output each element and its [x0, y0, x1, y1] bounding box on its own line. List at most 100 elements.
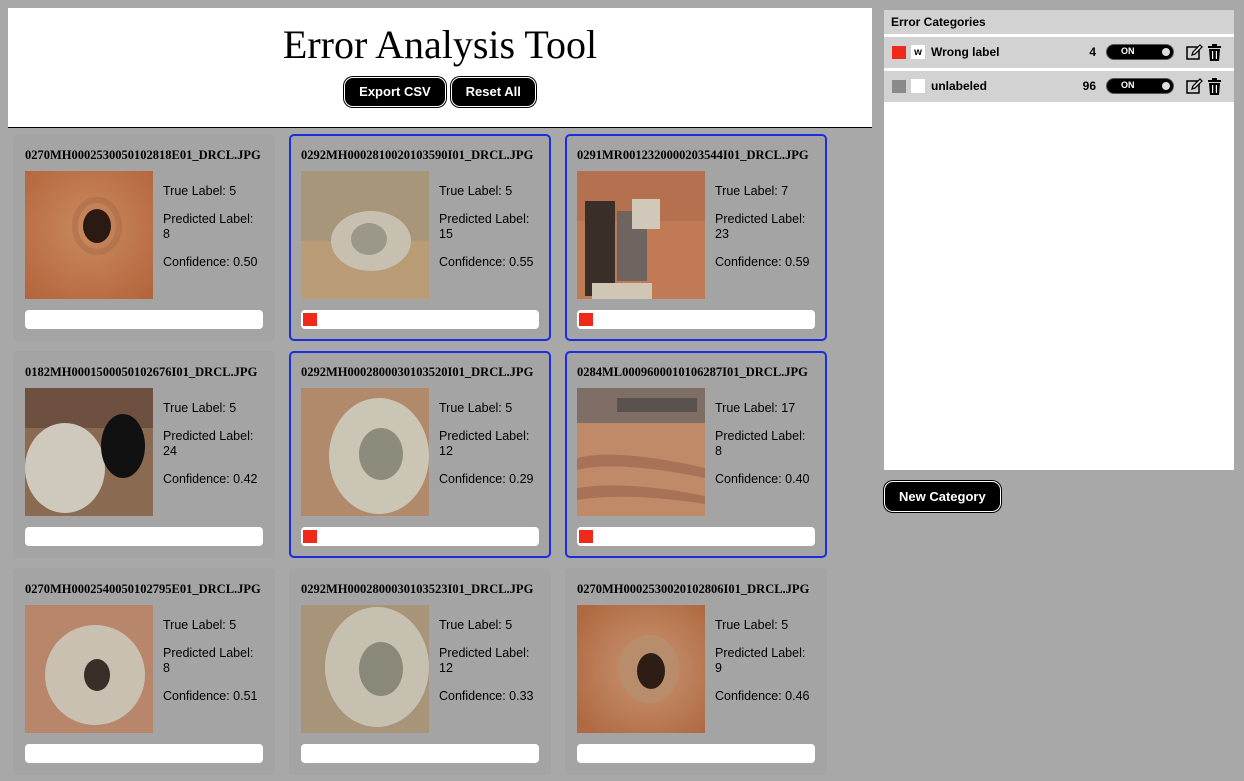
true-label: True Label: 5 — [163, 184, 237, 198]
category-tag-bar[interactable] — [577, 527, 815, 546]
thumbnail-image — [577, 171, 705, 299]
confidence: Confidence: 0.51 — [163, 689, 258, 703]
new-category-button[interactable]: New Category — [884, 481, 1001, 512]
category-tag-bar[interactable] — [577, 310, 815, 329]
true-label: True Label: 5 — [163, 401, 237, 415]
true-label: True Label: 5 — [163, 618, 237, 632]
image-card[interactable]: 0270MH0002530050102818E01_DRCL.JPG True … — [13, 134, 275, 341]
image-card[interactable]: 0270MH0002540050102795E01_DRCL.JPG True … — [13, 568, 275, 775]
image-card[interactable]: 0284ML0009600010106287I01_DRCL.JPG True … — [565, 351, 827, 558]
category-count: 96 — [1082, 79, 1096, 93]
predicted-label-value: 23 — [715, 227, 729, 241]
card-filename: 0270MH0002540050102795E01_DRCL.JPG — [25, 582, 261, 596]
category-hotkey[interactable]: w — [911, 45, 925, 59]
predicted-label-caption: Predicted Label: — [439, 646, 530, 660]
categories-panel: Error Categories w Wrong label 4 ON unla… — [884, 10, 1234, 470]
category-toggle[interactable]: ON — [1106, 78, 1174, 94]
confidence: Confidence: 0.40 — [715, 472, 810, 486]
image-card[interactable]: 0270MH0002530020102806I01_DRCL.JPG True … — [565, 568, 827, 775]
predicted-label-value: 12 — [439, 444, 453, 458]
predicted-label-caption: Predicted Label: — [163, 429, 254, 443]
image-card[interactable]: 0292MH0002800030103520I01_DRCL.JPG True … — [289, 351, 551, 558]
wrong-label-tag — [579, 313, 593, 326]
thumbnail-image — [301, 388, 429, 516]
category-name: Wrong label — [931, 45, 1000, 59]
predicted-label-value: 12 — [439, 661, 453, 675]
true-label: True Label: 5 — [715, 618, 789, 632]
category-count: 4 — [1089, 45, 1096, 59]
category-hotkey[interactable] — [911, 79, 925, 93]
card-filename: 0292MH0002810020103590I01_DRCL.JPG — [301, 148, 534, 162]
predicted-label-caption: Predicted Label: — [715, 212, 806, 226]
confidence: Confidence: 0.50 — [163, 255, 258, 269]
category-tag-bar[interactable] — [577, 744, 815, 763]
true-label: True Label: 17 — [715, 401, 796, 415]
category-color-swatch[interactable] — [892, 80, 906, 93]
edit-icon[interactable] — [1186, 78, 1203, 95]
confidence: Confidence: 0.59 — [715, 255, 810, 269]
card-filename: 0292MH0002800030103523I01_DRCL.JPG — [301, 582, 534, 596]
card-filename: 0284ML0009600010106287I01_DRCL.JPG — [577, 365, 808, 379]
card-filename: 0291MR0012320000203544I01_DRCL.JPG — [577, 148, 809, 162]
edit-icon[interactable] — [1186, 44, 1203, 61]
category-color-swatch[interactable] — [892, 46, 906, 59]
card-filename: 0182MH0001500050102676I01_DRCL.JPG — [25, 365, 258, 379]
toggle-knob — [1162, 82, 1170, 90]
thumbnail-image — [25, 605, 153, 733]
wrong-label-tag — [303, 530, 317, 543]
predicted-label-value: 8 — [163, 227, 170, 241]
predicted-label-caption: Predicted Label: — [439, 212, 530, 226]
category-name: unlabeled — [931, 79, 988, 93]
toggle-label: ON — [1121, 46, 1135, 56]
category-tag-bar[interactable] — [25, 744, 263, 763]
predicted-label-caption: Predicted Label: — [439, 429, 530, 443]
true-label: True Label: 5 — [439, 184, 513, 198]
export-csv-button[interactable]: Export CSV — [344, 77, 446, 107]
true-label: True Label: 5 — [439, 618, 513, 632]
thumbnail-image — [25, 388, 153, 516]
image-grid: 0270MH0002530050102818E01_DRCL.JPG True … — [8, 128, 872, 778]
category-tag-bar[interactable] — [301, 310, 539, 329]
toggle-label: ON — [1121, 80, 1135, 90]
true-label: True Label: 7 — [715, 184, 789, 198]
confidence: Confidence: 0.42 — [163, 472, 258, 486]
true-label: True Label: 5 — [439, 401, 513, 415]
image-card[interactable]: 0292MH0002810020103590I01_DRCL.JPG True … — [289, 134, 551, 341]
error-categories-sidebar: Error Categories w Wrong label 4 ON unla… — [884, 10, 1234, 512]
thumbnail-image — [577, 605, 705, 733]
trash-icon[interactable] — [1207, 44, 1222, 61]
header: Error Analysis Tool Export CSV Reset All — [8, 8, 872, 128]
predicted-label-caption: Predicted Label: — [715, 429, 806, 443]
category-tag-bar[interactable] — [301, 527, 539, 546]
panel-title: Error Categories — [884, 10, 1234, 34]
predicted-label-value: 8 — [715, 444, 722, 458]
page-title: Error Analysis Tool — [282, 22, 598, 67]
trash-icon[interactable] — [1207, 78, 1222, 95]
confidence: Confidence: 0.29 — [439, 472, 534, 486]
wrong-label-tag — [303, 313, 317, 326]
category-row-unlabeled[interactable]: unlabeled 96 ON — [884, 71, 1234, 102]
category-row-wrong-label[interactable]: w Wrong label 4 ON — [884, 37, 1234, 68]
category-tag-bar[interactable] — [301, 744, 539, 763]
category-tag-bar[interactable] — [25, 310, 263, 329]
image-card[interactable]: 0182MH0001500050102676I01_DRCL.JPG True … — [13, 351, 275, 558]
thumbnail-image — [301, 171, 429, 299]
predicted-label-caption: Predicted Label: — [163, 212, 254, 226]
predicted-label-caption: Predicted Label: — [715, 646, 806, 660]
image-card[interactable]: 0292MH0002800030103523I01_DRCL.JPG True … — [289, 568, 551, 775]
thumbnail-image — [25, 171, 153, 299]
predicted-label-value: 15 — [439, 227, 453, 241]
toggle-knob — [1162, 48, 1170, 56]
thumbnail-image — [301, 605, 429, 733]
category-tag-bar[interactable] — [25, 527, 263, 546]
category-toggle[interactable]: ON — [1106, 44, 1174, 60]
predicted-label-caption: Predicted Label: — [163, 646, 254, 660]
predicted-label-value: 24 — [163, 444, 177, 458]
confidence: Confidence: 0.55 — [439, 255, 534, 269]
predicted-label-value: 9 — [715, 661, 722, 675]
wrong-label-tag — [579, 530, 593, 543]
card-filename: 0270MH0002530020102806I01_DRCL.JPG — [577, 582, 810, 596]
reset-all-button[interactable]: Reset All — [450, 77, 536, 107]
image-card[interactable]: 0291MR0012320000203544I01_DRCL.JPG True … — [565, 134, 827, 341]
confidence: Confidence: 0.46 — [715, 689, 810, 703]
